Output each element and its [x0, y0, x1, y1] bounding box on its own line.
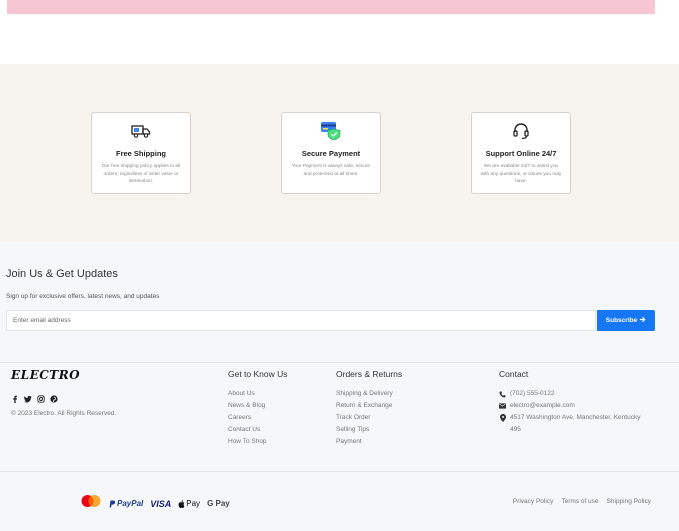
copyright-text: © 2023 Electro. All Rights Reserved. — [11, 410, 117, 417]
newsletter-title: Join Us & Get Updates — [6, 268, 118, 280]
newsletter-subtitle: Sign up for exclusive offers, latest new… — [6, 293, 160, 300]
payment-methods: PayPal VISA Pay G Pay — [80, 494, 230, 513]
policy-links: Privacy Policy Terms of use Shipping Pol… — [513, 498, 651, 505]
mastercard-icon — [80, 494, 102, 513]
get-to-know-links: About Us News & Blog Careers Contact Us … — [228, 390, 267, 450]
feature-description: We are available 24/7 to assist you with… — [480, 164, 562, 184]
terms-of-use-link[interactable]: Terms of use — [561, 498, 598, 505]
apple-pay-logo: Pay — [178, 499, 200, 508]
contact-title: Contact — [499, 369, 529, 379]
contact-email-text: electro@example.com — [510, 402, 575, 409]
privacy-policy-link[interactable]: Privacy Policy — [513, 498, 553, 505]
pinterest-icon[interactable] — [50, 390, 58, 403]
map-marker-icon — [499, 412, 506, 424]
features-section: Free Shipping Our free shipping policy a… — [0, 64, 679, 242]
social-links — [11, 390, 58, 403]
footer-link-contact-us[interactable]: Contact Us — [228, 426, 267, 438]
feature-card-free-shipping: Free Shipping Our free shipping policy a… — [91, 112, 191, 194]
truck-icon — [92, 121, 190, 141]
footer-link-shipping-delivery[interactable]: Shipping & Delivery — [336, 390, 393, 402]
contact-list: (702) 555-0122 electro@example.com 4517 … — [499, 388, 649, 436]
feature-description: Your Payment is always safe, secure and … — [291, 164, 371, 177]
apple-pay-label: Pay — [186, 499, 201, 508]
orders-returns-links: Shipping & Delivery Return & Exchange Tr… — [336, 390, 393, 450]
feature-description: Our free shipping policy applies to all … — [101, 164, 181, 184]
contact-phone[interactable]: (702) 555-0122 — [499, 388, 649, 400]
footer-link-how-to-shop[interactable]: How To Shop — [228, 438, 267, 450]
logo[interactable]: ELECTRO — [11, 368, 80, 382]
get-to-know-title: Get to Know Us — [228, 369, 288, 379]
page: Free Shipping Our free shipping policy a… — [0, 0, 679, 531]
paypal-label: PayPal — [117, 499, 144, 508]
shipping-policy-link[interactable]: Shipping Policy — [607, 498, 651, 505]
footer-link-payment[interactable]: Payment — [336, 438, 393, 450]
footer-link-about-us[interactable]: About Us — [228, 390, 267, 402]
feature-title: Free Shipping — [115, 149, 166, 158]
headset-icon — [472, 121, 570, 141]
phone-icon — [499, 388, 506, 400]
footer-link-return-exchange[interactable]: Return & Exchange — [336, 402, 393, 414]
subscribe-label: Subscribe — [605, 317, 638, 324]
orders-returns-title: Orders & Returns — [336, 369, 403, 379]
contact-email[interactable]: electro@example.com — [499, 400, 649, 412]
footer-bottom-bar: PayPal VISA Pay G Pay Privacy Policy Ter… — [0, 471, 679, 531]
email-input[interactable]: Enter email address — [6, 310, 596, 331]
footer-link-careers[interactable]: Careers — [228, 414, 267, 426]
google-pay-logo: G Pay — [207, 499, 230, 508]
subscribe-button[interactable]: Subscribe — [597, 310, 655, 331]
instagram-icon[interactable] — [37, 390, 45, 403]
envelope-icon — [499, 400, 506, 412]
footer-link-track-order[interactable]: Track Order — [336, 414, 393, 426]
promo-banner — [7, 0, 655, 14]
footer-link-selling-tips[interactable]: Selling Tips — [336, 426, 393, 438]
newsletter-section: Join Us & Get Updates Sign up for exclus… — [0, 242, 679, 362]
site-footer: ELECTRO © 2023 Electro. All Rights Reser… — [0, 362, 679, 531]
facebook-icon[interactable] — [11, 390, 19, 403]
paypal-logo: PayPal — [109, 499, 143, 508]
feature-title: Support Online 24/7 — [485, 149, 557, 158]
feature-card-secure-payment: Secure Payment Your Payment is always sa… — [281, 112, 381, 194]
twitter-icon[interactable] — [24, 390, 32, 403]
contact-address: 4517 Washington Ave. Manchester, Kentuck… — [499, 412, 649, 436]
credit-card-shield-icon — [282, 121, 380, 141]
contact-phone-text: (702) 555-0122 — [510, 390, 555, 397]
contact-address-text: 4517 Washington Ave. Manchester, Kentuck… — [510, 414, 641, 433]
feature-title: Secure Payment — [301, 149, 361, 158]
arrow-right-icon — [639, 316, 646, 325]
visa-logo: VISA — [150, 498, 172, 509]
feature-card-support: Support Online 24/7 We are available 24/… — [471, 112, 571, 194]
footer-link-news-blog[interactable]: News & Blog — [228, 402, 267, 414]
